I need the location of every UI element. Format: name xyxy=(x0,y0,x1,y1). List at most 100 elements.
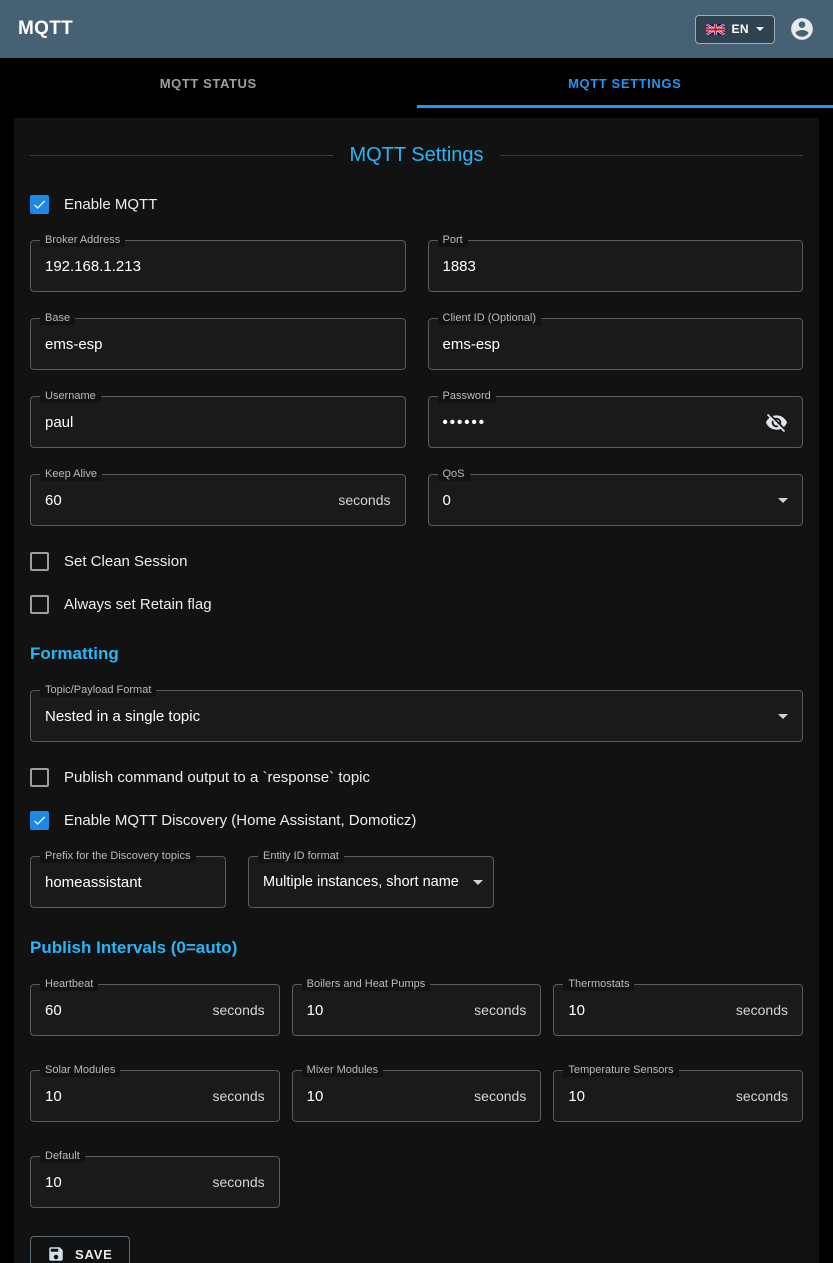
retain-flag-row: Always set Retain flag xyxy=(30,595,803,614)
field-row: Username paul Password •••••• xyxy=(30,396,803,448)
settings-card: MQTT Settings Enable MQTT Broker Address… xyxy=(14,118,819,1263)
field-value: 1883 xyxy=(443,258,789,275)
clean-session-checkbox[interactable] xyxy=(30,552,49,571)
language-selector[interactable]: EN xyxy=(695,15,775,44)
field-value: 10 xyxy=(568,1002,728,1019)
check-icon xyxy=(32,813,47,828)
field-label: Boilers and Heat Pumps xyxy=(302,978,431,991)
field-label: Thermostats xyxy=(563,978,634,991)
password-field[interactable]: Password •••••• xyxy=(428,396,804,448)
divider xyxy=(30,155,333,156)
field-value: 10 xyxy=(45,1174,205,1191)
field-suffix: seconds xyxy=(474,1088,526,1104)
username-field[interactable]: Username paul xyxy=(30,396,406,448)
field-value: 192.168.1.213 xyxy=(45,258,391,275)
intervals-grid: Heartbeat 60 seconds Boilers and Heat Pu… xyxy=(30,984,803,1208)
retain-flag-checkbox[interactable] xyxy=(30,595,49,614)
boilers-interval-field[interactable]: Boilers and Heat Pumps 10 seconds xyxy=(292,984,542,1036)
keep-alive-field[interactable]: Keep Alive 60 seconds xyxy=(30,474,406,526)
chevron-down-icon xyxy=(473,880,483,885)
entity-id-format-select[interactable]: Entity ID format Multiple instances, sho… xyxy=(248,856,494,908)
port-field[interactable]: Port 1883 xyxy=(428,240,804,292)
field-label: QoS xyxy=(438,468,470,481)
temperature-interval-field[interactable]: Temperature Sensors 10 seconds xyxy=(553,1070,803,1122)
field-label: Port xyxy=(438,234,468,247)
field-value: 10 xyxy=(307,1002,467,1019)
field-value: ems-esp xyxy=(443,336,789,353)
section-heading-formatting: Formatting xyxy=(30,644,803,664)
field-label: Mixer Modules xyxy=(302,1064,384,1077)
checkbox-label: Enable MQTT Discovery (Home Assistant, D… xyxy=(64,812,416,829)
field-label: Solar Modules xyxy=(40,1064,120,1077)
app-bar-actions: EN xyxy=(695,15,815,44)
field-row: Topic/Payload Format Nested in a single … xyxy=(30,690,803,742)
thermostats-interval-field[interactable]: Thermostats 10 seconds xyxy=(553,984,803,1036)
field-suffix: seconds xyxy=(213,1002,265,1018)
account-icon[interactable] xyxy=(789,16,815,42)
page-title-text: MQTT Settings xyxy=(349,144,483,167)
save-icon xyxy=(47,1245,65,1263)
divider xyxy=(500,155,803,156)
check-icon xyxy=(32,197,47,212)
chevron-down-icon xyxy=(778,714,788,719)
field-suffix: seconds xyxy=(474,1002,526,1018)
field-row: Broker Address 192.168.1.213 Port 1883 xyxy=(30,240,803,292)
field-value: Nested in a single topic xyxy=(45,708,778,725)
topic-payload-format-select[interactable]: Topic/Payload Format Nested in a single … xyxy=(30,690,803,742)
discovery-row: Enable MQTT Discovery (Home Assistant, D… xyxy=(30,811,803,830)
checkbox-label: Publish command output to a `response` t… xyxy=(64,769,370,786)
enable-mqtt-checkbox[interactable] xyxy=(30,195,49,214)
response-topic-checkbox[interactable] xyxy=(30,768,49,787)
chevron-down-icon xyxy=(778,498,788,503)
tab-mqtt-settings[interactable]: MQTT SETTINGS xyxy=(417,58,833,108)
field-label: Prefix for the Discovery topics xyxy=(40,850,196,863)
save-button-label: SAVE xyxy=(75,1247,113,1262)
checkbox-label: Always set Retain flag xyxy=(64,596,212,613)
discovery-fields-row: Prefix for the Discovery topics homeassi… xyxy=(30,856,803,908)
heartbeat-interval-field[interactable]: Heartbeat 60 seconds xyxy=(30,984,280,1036)
field-label: Default xyxy=(40,1150,85,1163)
language-label: EN xyxy=(732,22,749,36)
app-bar: MQTT EN xyxy=(0,0,833,58)
response-topic-row: Publish command output to a `response` t… xyxy=(30,768,803,787)
clean-session-row: Set Clean Session xyxy=(30,552,803,571)
field-value: homeassistant xyxy=(45,874,211,891)
field-value: •••••• xyxy=(443,414,758,431)
field-suffix: seconds xyxy=(213,1174,265,1190)
field-label: Client ID (Optional) xyxy=(438,312,542,325)
visibility-off-icon[interactable] xyxy=(765,411,788,434)
mixer-interval-field[interactable]: Mixer Modules 10 seconds xyxy=(292,1070,542,1122)
uk-flag-icon xyxy=(706,24,725,35)
field-value: 60 xyxy=(45,1002,205,1019)
checkbox-label: Enable MQTT xyxy=(64,196,157,213)
qos-select[interactable]: QoS 0 xyxy=(428,474,804,526)
page-title: MQTT Settings xyxy=(30,144,803,167)
save-button[interactable]: SAVE xyxy=(30,1236,130,1263)
enable-mqtt-row: Enable MQTT xyxy=(30,195,803,214)
solar-interval-field[interactable]: Solar Modules 10 seconds xyxy=(30,1070,280,1122)
default-interval-field[interactable]: Default 10 seconds xyxy=(30,1156,280,1208)
client-id-field[interactable]: Client ID (Optional) ems-esp xyxy=(428,318,804,370)
field-suffix: seconds xyxy=(736,1088,788,1104)
field-row: Keep Alive 60 seconds QoS 0 xyxy=(30,474,803,526)
field-label: Keep Alive xyxy=(40,468,102,481)
field-value: 60 xyxy=(45,492,330,509)
field-value: ems-esp xyxy=(45,336,391,353)
field-suffix: seconds xyxy=(736,1002,788,1018)
base-field[interactable]: Base ems-esp xyxy=(30,318,406,370)
field-value: 10 xyxy=(45,1088,205,1105)
section-heading-intervals: Publish Intervals (0=auto) xyxy=(30,938,803,958)
broker-address-field[interactable]: Broker Address 192.168.1.213 xyxy=(30,240,406,292)
field-value: paul xyxy=(45,414,391,431)
field-value: Multiple instances, short name xyxy=(263,874,473,890)
checkbox-label: Set Clean Session xyxy=(64,553,187,570)
discovery-prefix-field[interactable]: Prefix for the Discovery topics homeassi… xyxy=(30,856,226,908)
field-value: 0 xyxy=(443,492,779,509)
chevron-down-icon xyxy=(756,27,764,31)
field-row: Base ems-esp Client ID (Optional) ems-es… xyxy=(30,318,803,370)
field-suffix: seconds xyxy=(338,492,390,508)
field-value: 10 xyxy=(307,1088,467,1105)
tab-mqtt-status[interactable]: MQTT STATUS xyxy=(0,58,417,108)
field-label: Heartbeat xyxy=(40,978,98,991)
discovery-checkbox[interactable] xyxy=(30,811,49,830)
